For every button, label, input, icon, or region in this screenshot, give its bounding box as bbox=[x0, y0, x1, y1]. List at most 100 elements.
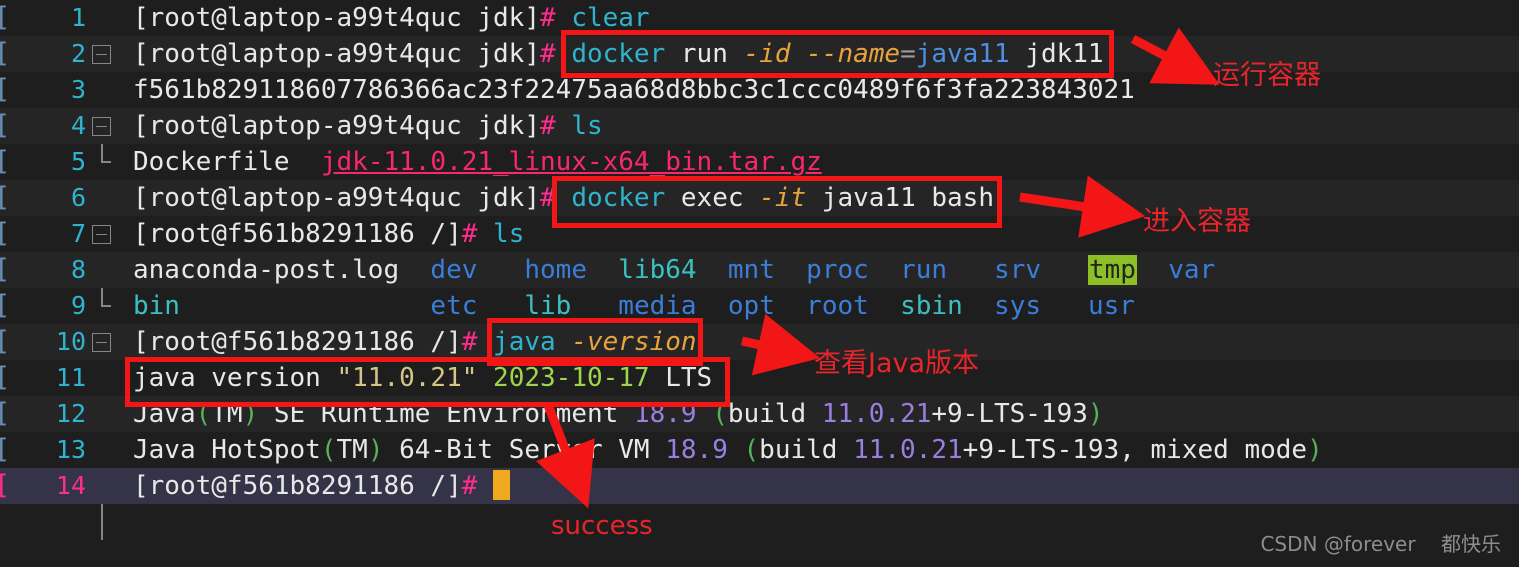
editor-row[interactable]: [ 13 Java HotSpot(TM) 64-Bit Server VM 1… bbox=[0, 432, 1519, 468]
command-ls: ls bbox=[571, 111, 603, 141]
line-number: 6 bbox=[70, 183, 86, 212]
line-number: 7 bbox=[70, 219, 86, 248]
editor-row[interactable]: [ 8 anaconda-post.log dev home lib64 mnt… bbox=[0, 252, 1519, 540]
file-dockerfile: Dockerfile bbox=[133, 147, 290, 177]
editor-row[interactable]: [ 5 Dockerfile jdk-11.0.21_linux-x64_bin… bbox=[0, 144, 1519, 307]
flag-id: -id bbox=[743, 39, 791, 69]
shell-prompt: [root@laptop-a99t4quc jdk] bbox=[133, 3, 540, 33]
container-id-output: f561b829118607786366ac23f22475aa68d8bbc3… bbox=[133, 75, 1135, 105]
code-line-5: Dockerfile jdk-11.0.21_linux-x64_bin.tar… bbox=[133, 144, 822, 180]
ls-entry-srv: srv bbox=[994, 255, 1042, 285]
command-docker: docker bbox=[571, 183, 666, 213]
text-cursor bbox=[493, 470, 511, 500]
code-line-11: java version "11.0.21" 2023-10-17 LTS bbox=[133, 360, 712, 396]
editor-row[interactable]: [ 12 Java(TM) SE Runtime Environment 18.… bbox=[0, 396, 1519, 432]
editor-row[interactable]: [ 1 [root@laptop-a99t4quc jdk]# clear bbox=[0, 0, 1519, 36]
editor-row[interactable]: [ 7 [root@f561b8291186 /]# ls bbox=[0, 216, 1519, 252]
ls-entry-mnt: mnt bbox=[727, 255, 775, 285]
line-number: 12 bbox=[55, 399, 86, 428]
shell-prompt: [root@f561b8291186 /] bbox=[133, 219, 462, 249]
command-clear: clear bbox=[571, 3, 650, 33]
prompt-symbol: # bbox=[540, 111, 556, 141]
build-suffix: +9-LTS-193 bbox=[962, 435, 1120, 465]
editor-row[interactable]: [ 10 [root@f561b8291186 /]# java -versio… bbox=[0, 324, 1519, 360]
image-jdk11: jdk11 bbox=[1025, 39, 1104, 69]
editor-row-current[interactable]: [ 14 [root@f561b8291186 /]# bbox=[0, 468, 1519, 504]
annotation-success: success bbox=[551, 511, 653, 541]
editor-row[interactable]: [ 9 bin etc lib media opt root sbin sys … bbox=[0, 288, 1519, 324]
wrap-marker-icon: [ bbox=[0, 432, 10, 468]
fold-toggle-icon[interactable] bbox=[92, 225, 111, 244]
subcommand-exec: exec bbox=[680, 183, 744, 213]
line-number: 3 bbox=[70, 75, 86, 104]
fold-toggle-icon[interactable] bbox=[92, 45, 111, 64]
line-number: 11 bbox=[55, 363, 86, 392]
code-line-8: anaconda-post.log dev home lib64 mnt pro… bbox=[133, 252, 1215, 288]
flag-it: -it bbox=[759, 183, 807, 213]
line-number: 4 bbox=[70, 111, 86, 140]
ls-entry-sbin: sbin bbox=[900, 291, 963, 321]
ls-entry-usr: usr bbox=[1087, 291, 1135, 321]
code-line-6: [root@laptop-a99t4quc jdk]# docker exec … bbox=[133, 180, 994, 216]
wrap-marker-icon: [ bbox=[0, 144, 10, 180]
mixed-mode: , mixed mode bbox=[1119, 435, 1308, 465]
line-number: 10 bbox=[55, 327, 86, 356]
command-java: java bbox=[493, 327, 556, 357]
java-version-date: 2023-10-17 bbox=[493, 363, 650, 393]
prompt-symbol: # bbox=[461, 327, 478, 357]
shell-prompt: [root@laptop-a99t4quc jdk] bbox=[133, 39, 540, 69]
line-number: 5 bbox=[70, 147, 86, 176]
annotation-run-container: 运行容器 bbox=[1213, 60, 1321, 91]
line-number: 1 bbox=[70, 3, 86, 32]
build-word: build bbox=[759, 435, 854, 465]
wrap-marker-icon: [ bbox=[0, 468, 10, 504]
java-version-label: java version bbox=[133, 363, 321, 393]
flag-version: -version bbox=[571, 327, 697, 357]
ls-entry-proc: proc bbox=[806, 255, 869, 285]
fold-toggle-icon[interactable] bbox=[92, 333, 111, 352]
editor-row[interactable]: [ 11 java version "11.0.21" 2023-10-17 L… bbox=[0, 360, 1519, 396]
shell-prompt: [root@f561b8291186 /] bbox=[133, 327, 462, 357]
line-number: 8 bbox=[70, 255, 86, 284]
code-line-12: Java(TM) SE Runtime Environment 18.9 (bu… bbox=[133, 399, 1104, 429]
wrap-marker-icon: [ bbox=[0, 216, 10, 252]
prompt-symbol: # bbox=[540, 39, 556, 69]
paren-close: ) bbox=[367, 435, 384, 465]
paren-open: ( bbox=[195, 399, 212, 429]
ls-entry-lib: lib bbox=[524, 291, 572, 321]
ls-entry-lib64: lib64 bbox=[618, 255, 697, 285]
java-version-lts: LTS bbox=[665, 363, 713, 393]
java-version-value: "11.0.21" bbox=[336, 363, 478, 393]
shell-prompt: [root@f561b8291186 /] bbox=[133, 471, 462, 501]
code-line-7: [root@f561b8291186 /]# ls bbox=[133, 216, 524, 252]
editor-row[interactable]: [ 6 [root@laptop-a99t4quc jdk]# docker e… bbox=[0, 180, 1519, 216]
arg-bash: bash bbox=[931, 183, 994, 213]
prompt-symbol: # bbox=[540, 183, 556, 213]
paren-close: ) bbox=[242, 399, 259, 429]
code-line-2: [root@laptop-a99t4quc jdk]# docker run -… bbox=[133, 36, 1104, 72]
code-line-1: [root@laptop-a99t4quc jdk]# clear bbox=[133, 0, 650, 36]
wrap-marker-icon: [ bbox=[0, 0, 10, 36]
fold-toggle-icon[interactable] bbox=[92, 117, 111, 136]
tm-text: TM bbox=[336, 435, 368, 465]
ls-entry-home: home bbox=[524, 255, 587, 285]
code-line-10: [root@f561b8291186 /]# java -version bbox=[133, 324, 697, 360]
wrap-marker-icon: [ bbox=[0, 180, 10, 216]
wrap-marker-icon: [ bbox=[0, 360, 10, 396]
line-number: 13 bbox=[55, 435, 86, 464]
wrap-marker-icon: [ bbox=[0, 72, 10, 108]
wrap-marker-icon: [ bbox=[0, 108, 10, 144]
jre-version: 18.9 bbox=[633, 399, 697, 429]
container-name: java11 bbox=[821, 183, 916, 213]
ls-entry-root: root bbox=[806, 291, 869, 321]
shell-prompt: [root@laptop-a99t4quc jdk] bbox=[133, 111, 540, 141]
build-suffix: +9-LTS-193 bbox=[931, 399, 1088, 429]
ls-entry-opt: opt bbox=[727, 291, 775, 321]
paren-open: ( bbox=[743, 435, 760, 465]
ls-entry-etc: etc bbox=[430, 291, 478, 321]
value-java11: java11 bbox=[915, 39, 1010, 69]
equals-sign: = bbox=[900, 39, 916, 69]
build-version: 11.0.21 bbox=[853, 435, 963, 465]
subcommand-run: run bbox=[680, 39, 728, 69]
editor-row[interactable]: [ 4 [root@laptop-a99t4quc jdk]# ls bbox=[0, 108, 1519, 144]
